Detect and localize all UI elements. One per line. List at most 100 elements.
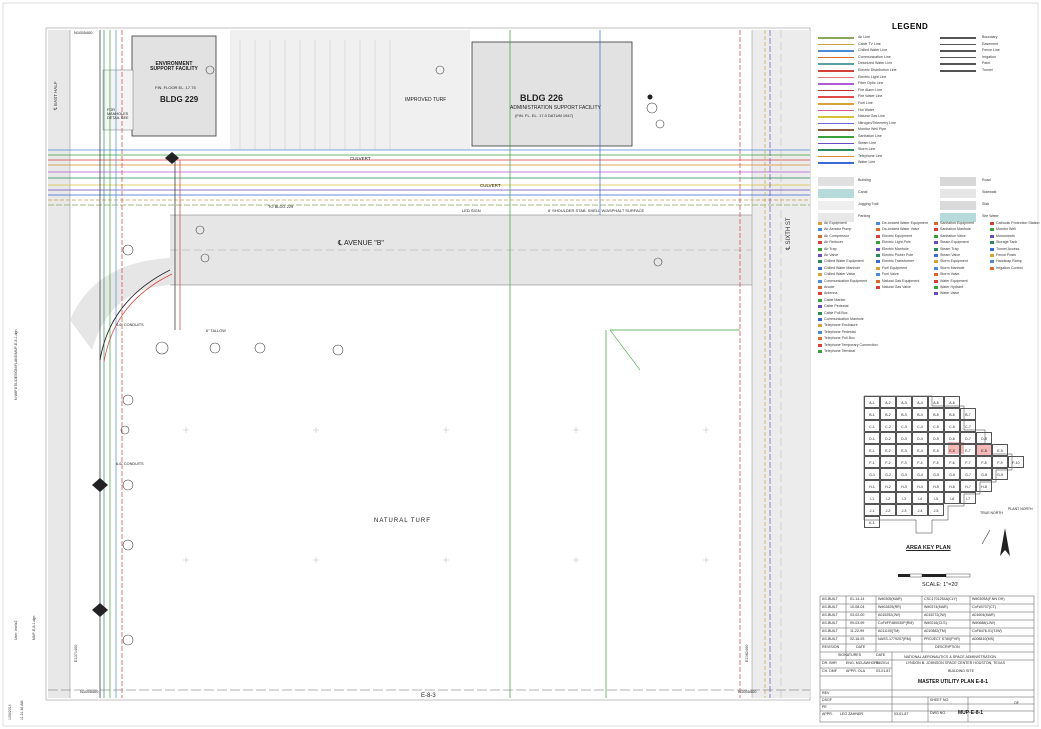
- legend-area-label: Parking: [858, 214, 871, 218]
- legend-line-label: Boundary: [982, 35, 998, 39]
- sig-appr: APPR. OLA: [846, 669, 865, 673]
- legend-area-label: Slab: [982, 202, 990, 206]
- legend-line-swatch: [818, 142, 854, 145]
- key-plan-cell: I-6: [944, 492, 960, 504]
- legend-symbol-label: Storage Tank: [996, 240, 1018, 245]
- key-plan-cell: I-1: [864, 492, 880, 504]
- legend-symbol-label: Natural Gas Valve: [882, 285, 911, 289]
- legend-line-label: Fire Water Line: [858, 94, 883, 99]
- key-plan-cell: E-6: [944, 444, 960, 456]
- legend-line-label: Nitrogen/Telemetry Line: [858, 120, 896, 125]
- revision-rev: AS-BUILT: [822, 637, 838, 641]
- legend-symbol-icon: [818, 228, 822, 232]
- culvert-label-2: CULVERT: [480, 183, 501, 188]
- key-plan-cell: C-7: [960, 420, 976, 432]
- legend-symbol-label: Water Valve: [940, 291, 960, 296]
- legend-symbol-label: Water Hydrant: [940, 285, 964, 289]
- revision-rev: AS-BUILT: [822, 613, 838, 617]
- legend-line-label: Communication Line: [858, 54, 891, 59]
- legend-line-label: Tunnel: [982, 68, 993, 72]
- key-plan-cell: F-7: [960, 456, 976, 468]
- scale-label: SCALE: 1"=20': [922, 582, 959, 588]
- legend-line-swatch: [818, 76, 854, 79]
- revision-entry: CoF#0707(CT): [972, 605, 996, 609]
- legend-line-swatch: [818, 103, 854, 105]
- tb-pe: PE: [822, 705, 827, 709]
- revision-entry: PROJECT S780(PVR): [924, 637, 960, 641]
- true-north-label: TRUE NORTH: [980, 511, 1003, 515]
- legend-symbol-icon: [876, 273, 880, 277]
- legend-line-swatch: [818, 83, 854, 85]
- legend-symbol-label: Tunnel Access: [996, 246, 1020, 251]
- legend-symbol-label: Steam Trap: [940, 246, 959, 251]
- manholes-note: FOR MANHOLES DETAIL SEE: [107, 108, 129, 120]
- bldg229-floor: FIN. FLOOR EL. 17.75: [155, 85, 196, 90]
- bldg229-number: BLDG 229: [160, 95, 199, 104]
- legend-symbol-label: Telephone Terminal: [824, 349, 856, 353]
- legend-symbol-label: Steam Equipment: [940, 240, 969, 245]
- legend-symbol-icon: [818, 330, 822, 334]
- revision-entry: W#02825(RR): [878, 605, 901, 609]
- legend-line-swatch: [940, 37, 976, 39]
- agency-line2: LYNDON B. JOHNSON SPACE CENTER HOUSTON, …: [906, 661, 1005, 665]
- legend-line-swatch: [818, 149, 854, 151]
- key-plan-cell: B-5: [928, 408, 944, 420]
- key-plan-cell: I-7: [960, 492, 976, 504]
- legend-symbol-label: Sanitation Manhole: [940, 227, 971, 232]
- legend-symbol-label: Communication Equipment: [824, 278, 868, 283]
- legend-symbol-icon: [934, 241, 938, 245]
- legend-symbol-icon: [876, 234, 880, 238]
- legend-symbol-label: Monitor Well: [996, 227, 1016, 232]
- key-plan-cell: F-5: [928, 456, 944, 468]
- legend-symbol-label: Telephone Temporary Connection: [824, 342, 878, 347]
- east-half-label: ℄ EAST HALF: [53, 81, 58, 110]
- legend-symbol-icon: [818, 234, 822, 238]
- legend-line-swatch: [940, 43, 976, 46]
- agency-line3: BUILDING SITE: [948, 669, 974, 673]
- legend-symbol-label: Storm Equipment: [940, 259, 968, 264]
- legend-symbol-icon: [990, 228, 994, 232]
- legend-symbol-icon: [876, 286, 880, 289]
- legend-line-label: Electric Distribution Line: [858, 68, 897, 72]
- drawing-sheet: ENVIRONMENT SUPPORT FACILITY BLDG 229 FI…: [0, 0, 1041, 729]
- revision-rev: AS-BUILT: [822, 621, 838, 625]
- legend-symbol-label: Sanitation Valve: [940, 233, 966, 238]
- key-plan-cell: G-8: [976, 468, 992, 480]
- revision-entry: CoF8476-01(TJW): [972, 629, 1002, 633]
- key-plan-cell: A-2: [880, 396, 896, 408]
- legend-symbol-label: Cable Pedestal: [824, 304, 849, 309]
- key-plan-cell: A-5: [928, 396, 944, 408]
- revision-entry: A011100(TM): [878, 629, 900, 633]
- legend-line-label: Fence Line: [982, 48, 1000, 53]
- legend-symbol-icon: [818, 318, 822, 321]
- key-plan-cell: G-6: [944, 468, 960, 480]
- revision-date: 03-02-00: [850, 613, 865, 617]
- revision-entry: W#0305(MAR): [878, 597, 902, 601]
- legend-line-swatch: [818, 109, 854, 112]
- tb-dwg-no-label: DWG NO.: [930, 711, 947, 715]
- legend-symbol-label: Cable Marker: [824, 297, 846, 302]
- legend-symbol-icon: [876, 254, 880, 257]
- revision-rev: AS-BUILT: [822, 597, 838, 601]
- legend-symbol-icon: [934, 266, 938, 270]
- legend-symbol-icon: [818, 343, 822, 347]
- legend-symbol-label: Telephone Pedestal: [824, 329, 856, 334]
- tb-sheet-no: SHEET NO.: [930, 698, 950, 702]
- legend-symbol-label: Air Valve: [824, 253, 839, 257]
- legend-line-swatch: [818, 155, 854, 158]
- revision-date: 01-14-14: [850, 597, 865, 601]
- key-plan-cell: H-2: [880, 480, 896, 492]
- key-plan-cell: I-5: [928, 492, 944, 504]
- sig-date2: 03-01-87: [876, 669, 891, 673]
- legend-symbol-label: Fuel Equipment: [882, 265, 908, 270]
- legend-symbol-label: Natural Gas Equipment: [882, 278, 920, 283]
- key-plan-title: AREA KEY PLAN: [906, 545, 951, 551]
- legend-area-label: Canal: [858, 190, 868, 194]
- legend-area-label: Building: [858, 178, 871, 182]
- legend-symbol-label: De-ionized Water Equipment: [882, 221, 928, 225]
- legend-symbol-label: Air Trap: [824, 246, 837, 251]
- revision-entry: W#0374(MAR): [924, 605, 948, 609]
- key-plan-cell: J-2: [880, 504, 896, 516]
- legend-line-label: Steam Line: [858, 140, 877, 145]
- avenue-b-label: ℄ AVENUE "B": [338, 240, 384, 247]
